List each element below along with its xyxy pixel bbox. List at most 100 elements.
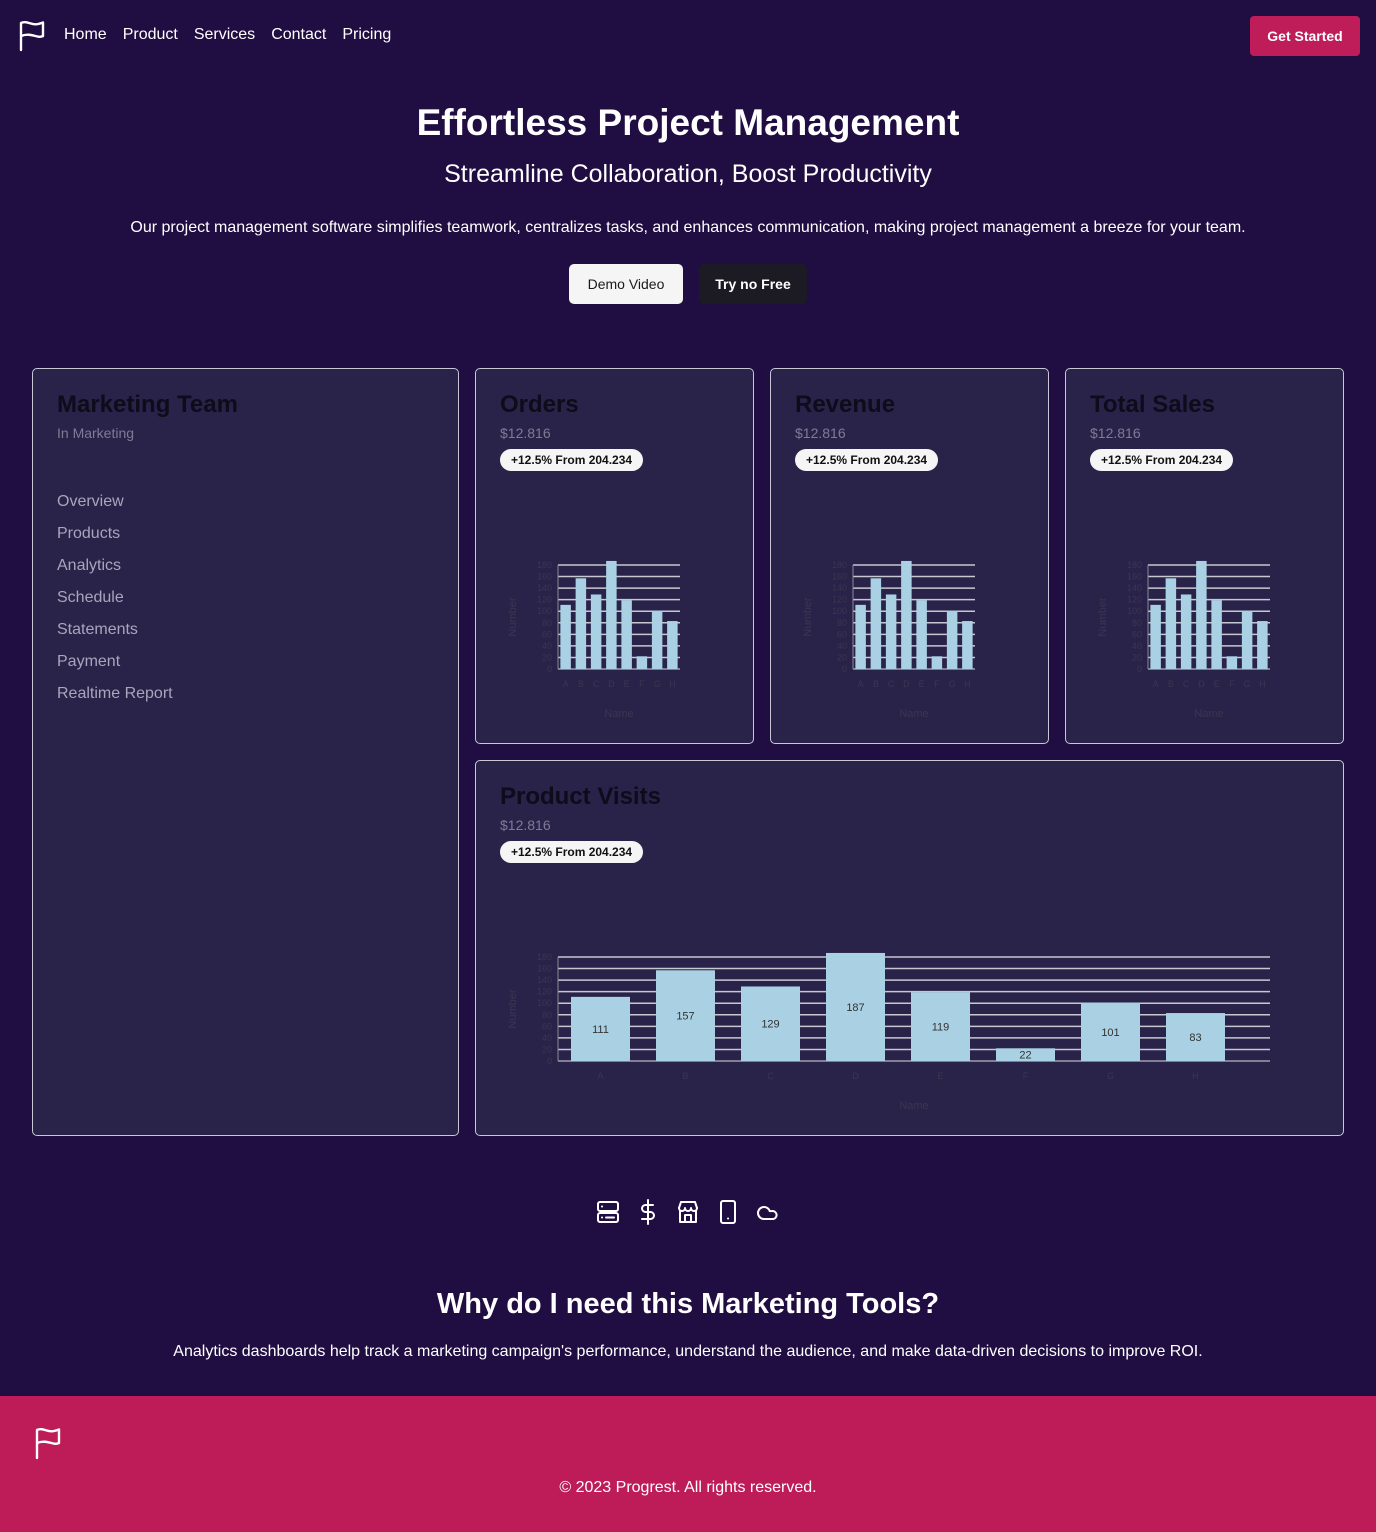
copyright: © 2023 Progrest. All rights reserved. — [559, 1479, 817, 1496]
y-tick-label: 140 — [537, 583, 552, 593]
x-tick-label: G — [1107, 1071, 1114, 1081]
menu-item-analytics[interactable]: Analytics — [57, 557, 173, 589]
y-tick-label: 60 — [542, 1021, 552, 1031]
y-tick-label: 80 — [542, 618, 552, 628]
x-tick-label: B — [578, 679, 584, 689]
x-tick-label: H — [669, 679, 676, 689]
bar-G — [651, 610, 663, 669]
y-tick-label: 180 — [537, 952, 552, 962]
y-tick-label: 20 — [542, 652, 552, 662]
bar-C — [1180, 594, 1192, 669]
data-label: 83 — [1189, 1032, 1201, 1044]
x-axis-title: Name — [899, 708, 928, 720]
feature-icons — [596, 1199, 780, 1225]
data-label: 111 — [592, 1024, 609, 1036]
hero-description: Our project management software simplifi… — [130, 219, 1246, 236]
menu-item-schedule[interactable]: Schedule — [57, 589, 173, 621]
get-started-button[interactable]: Get Started — [1250, 16, 1360, 56]
x-tick-label: G — [1244, 679, 1251, 689]
x-tick-label: C — [593, 679, 600, 689]
x-axis-title: Name — [899, 1100, 928, 1112]
y-tick-label: 0 — [547, 664, 552, 674]
menu-item-overview[interactable]: Overview — [57, 493, 173, 525]
total-sales-card: Total Sales $12.816 +12.5% From 204.234 … — [1065, 368, 1344, 744]
y-tick-label: 140 — [1127, 583, 1142, 593]
menu-item-statements[interactable]: Statements — [57, 621, 173, 653]
x-tick-label: G — [949, 679, 956, 689]
y-tick-label: 100 — [832, 606, 847, 616]
bar-F — [1226, 656, 1238, 669]
y-tick-label: 120 — [537, 595, 552, 605]
bar-C — [590, 594, 602, 669]
nav-link-home[interactable]: Home — [64, 26, 107, 44]
data-label: 22 — [1019, 1050, 1031, 1062]
x-tick-label: F — [934, 679, 940, 689]
bar-G — [946, 610, 958, 669]
top-nav: Home Product Services Contact Pricing Ge… — [0, 0, 1376, 72]
y-tick-label: 40 — [837, 641, 847, 651]
y-tick-label: 160 — [832, 572, 847, 582]
y-tick-label: 20 — [1132, 652, 1142, 662]
x-tick-label: B — [1168, 679, 1174, 689]
x-tick-label: D — [852, 1071, 859, 1081]
x-tick-label: F — [1229, 679, 1235, 689]
y-tick-label: 60 — [542, 629, 552, 639]
x-tick-label: A — [858, 679, 864, 689]
x-tick-label: B — [682, 1071, 688, 1081]
x-tick-label: A — [597, 1071, 603, 1081]
y-axis-title: Number — [1097, 597, 1109, 636]
orders-chart: 0 2040 6080 100120 140160 180 A B C D E F G H Number Na… — [507, 560, 680, 720]
x-tick-label: C — [1183, 679, 1190, 689]
product-visits-card: Product Visits $12.816 +12.5% From 204.2… — [475, 760, 1344, 1136]
why-title: Why do I need this Marketing Tools? — [436, 1288, 940, 1320]
nav-link-product[interactable]: Product — [123, 26, 178, 44]
data-label: 101 — [1101, 1027, 1119, 1039]
total-sales-chart: 0 2040 6080 100120 140160 180 A B C D E F G H Number Na… — [1097, 560, 1270, 720]
team-subtitle: In Marketing — [57, 425, 135, 441]
bar-G — [1241, 610, 1253, 669]
x-tick-label: F — [1023, 1071, 1029, 1081]
y-tick-label: 140 — [832, 583, 847, 593]
x-tick-label: H — [1192, 1071, 1199, 1081]
menu-item-realtime-report[interactable]: Realtime Report — [57, 685, 173, 717]
menu-item-payment[interactable]: Payment — [57, 653, 173, 685]
try-free-button[interactable]: Try no Free — [699, 264, 807, 304]
flag-icon[interactable] — [34, 1426, 62, 1460]
team-title: Marketing Team — [57, 391, 238, 418]
menu-item-products[interactable]: Products — [57, 525, 173, 557]
y-tick-label: 60 — [1132, 629, 1142, 639]
y-tick-label: 120 — [832, 595, 847, 605]
flag-icon[interactable] — [18, 20, 46, 52]
bar-D — [901, 560, 912, 669]
x-tick-label: A — [1153, 679, 1159, 689]
demo-video-button[interactable]: Demo Video — [569, 264, 683, 304]
bar-B — [870, 578, 882, 669]
y-tick-label: 0 — [842, 664, 847, 674]
data-label: 119 — [932, 1022, 950, 1034]
revenue-chart: 0 2040 6080 100120 140160 180 A B C D E F G H Number Na… — [802, 560, 975, 720]
bar-E — [621, 600, 632, 669]
product-visits-chart: 0 2040 6080 100120 140160 180 111 A 157 B 129 C 187 D… — [507, 952, 1270, 1112]
hero-title: Effortless Project Management — [416, 102, 960, 143]
y-tick-label: 140 — [537, 975, 552, 985]
y-tick-label: 80 — [542, 1010, 552, 1020]
bar-A — [1150, 604, 1161, 669]
y-tick-label: 80 — [837, 618, 847, 628]
x-tick-label: D — [1198, 679, 1205, 689]
marketing-team-card: Marketing Team In Marketing Overview Pro… — [32, 368, 459, 1136]
dollar-icon — [641, 1199, 655, 1225]
y-tick-label: 120 — [537, 987, 552, 997]
x-axis-title: Name — [604, 708, 633, 720]
x-axis-title: Name — [1194, 708, 1223, 720]
nav-link-pricing[interactable]: Pricing — [342, 26, 391, 44]
orders-card: Orders $12.816 +12.5% From 204.234 0 20 40… — [475, 368, 754, 744]
bar-B — [575, 578, 587, 669]
y-tick-label: 100 — [537, 606, 552, 616]
nav-link-services[interactable]: Services — [194, 26, 255, 44]
y-tick-label: 20 — [542, 1044, 552, 1054]
footer: © 2023 Progrest. All rights reserved. — [0, 1396, 1376, 1532]
x-tick-label: E — [919, 679, 925, 689]
data-label: 157 — [676, 1011, 694, 1023]
nav-link-contact[interactable]: Contact — [271, 26, 326, 44]
x-tick-label: F — [639, 679, 645, 689]
